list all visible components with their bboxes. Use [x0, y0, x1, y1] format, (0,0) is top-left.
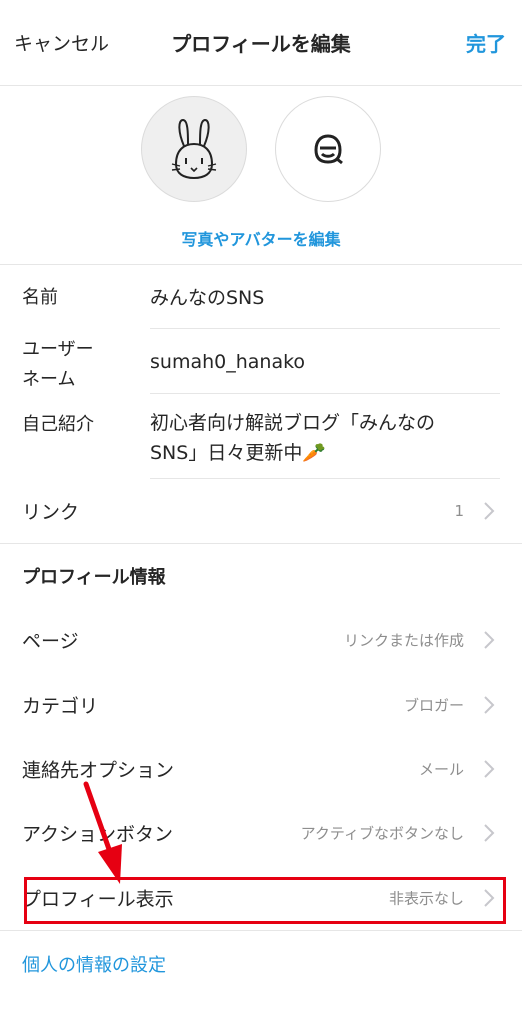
divider	[0, 930, 522, 931]
profile-info-heading: プロフィール情報	[22, 567, 166, 588]
links-count: 1	[454, 502, 464, 520]
category-row[interactable]: カテゴリ ブロガー	[0, 677, 522, 733]
bio-label: 自己紹介	[22, 414, 94, 435]
links-row[interactable]: リンク 1	[0, 483, 522, 539]
chevron-right-icon	[484, 760, 495, 778]
avatar-option[interactable]	[275, 96, 381, 202]
name-label: 名前	[22, 287, 58, 308]
category-label: カテゴリ	[22, 695, 99, 718]
profile-display-value: 非表示なし	[388, 889, 464, 908]
username-field[interactable]: sumah0_hanako	[150, 347, 498, 377]
rabbit-icon	[171, 118, 217, 180]
divider	[150, 328, 500, 329]
profile-display-row[interactable]: プロフィール表示 非表示なし	[0, 870, 522, 926]
action-button-row[interactable]: アクションボタン アクティブなボタンなし	[0, 805, 522, 861]
chevron-right-icon	[484, 889, 495, 907]
divider	[0, 264, 522, 265]
chevron-right-icon	[484, 502, 495, 520]
category-value: ブロガー	[403, 696, 464, 715]
chevron-right-icon	[484, 696, 495, 714]
edit-photo-avatar-link[interactable]: 写真やアバターを編集	[0, 226, 522, 250]
links-label: リンク	[22, 501, 80, 524]
username-label-line2: ネーム	[22, 369, 76, 390]
avatar-section	[0, 96, 522, 206]
page-row[interactable]: ページ リンクまたは作成	[0, 612, 522, 668]
bio-field[interactable]: 初心者向け解説ブログ「みんなの SNS」日々更新中🥕	[150, 408, 498, 468]
action-button-label: アクションボタン	[22, 823, 174, 846]
profile-photo[interactable]	[141, 96, 247, 202]
contact-options-row[interactable]: 連絡先オプション メール	[0, 741, 522, 797]
chevron-right-icon	[484, 824, 495, 842]
bio-line1: 初心者向け解説ブログ「みんなの	[150, 412, 436, 434]
divider	[150, 478, 500, 479]
divider	[0, 543, 522, 544]
chevron-right-icon	[484, 631, 495, 649]
nav-header: キャンセル プロフィールを編集 完了	[0, 0, 522, 86]
contact-options-label: 連絡先オプション	[22, 759, 175, 782]
avatar-face-icon	[314, 134, 343, 165]
done-button[interactable]: 完了	[466, 28, 506, 57]
username-label: ユーザー ネーム	[22, 335, 94, 395]
page-value: リンクまたは作成	[343, 631, 464, 650]
contact-options-value: メール	[418, 760, 464, 779]
action-button-value: アクティブなボタンなし	[300, 824, 464, 843]
divider	[150, 393, 500, 394]
personal-info-settings-link[interactable]: 個人の情報の設定	[22, 951, 166, 977]
profile-display-label: プロフィール表示	[22, 888, 174, 911]
bio-line2: SNS」日々更新中🥕	[150, 442, 326, 464]
username-label-line1: ユーザー	[22, 339, 94, 360]
page-title: プロフィールを編集	[171, 32, 351, 56]
name-field[interactable]: みんなのSNS	[150, 283, 498, 313]
page-label: ページ	[22, 630, 79, 653]
